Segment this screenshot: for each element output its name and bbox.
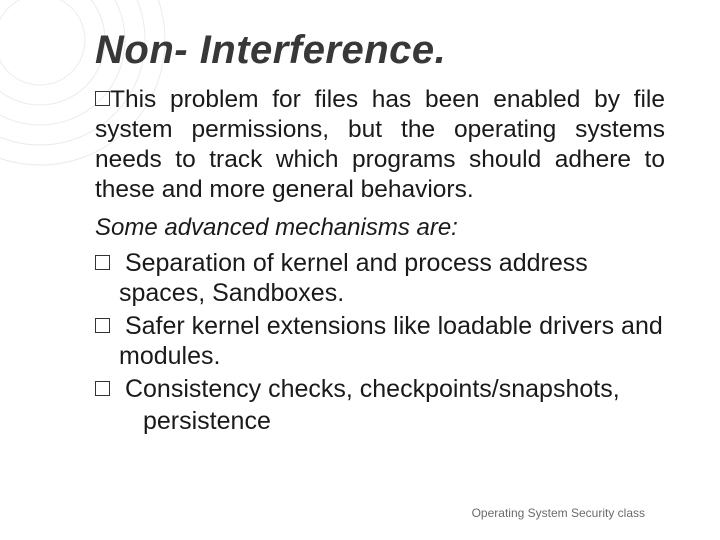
subheading: Some advanced mechanisms are: (95, 213, 665, 242)
checkbox-icon (95, 381, 110, 396)
bullet-list: Separation of kernel and process address… (95, 248, 665, 437)
checkbox-icon (95, 255, 110, 270)
checkbox-icon (95, 318, 110, 333)
checkbox-icon (95, 91, 110, 106)
bullet-text: Safer kernel extensions like loadable dr… (119, 312, 663, 371)
footer-text: Operating System Security class (472, 506, 645, 520)
bullet-text: Consistency checks, checkpoints/snapshot… (125, 375, 620, 403)
intro-paragraph: This problem for files has been enabled … (95, 85, 665, 205)
intro-text: This problem for files has been enabled … (95, 86, 665, 203)
bullet-item: Safer kernel extensions like loadable dr… (95, 311, 665, 372)
slide-body: This problem for files has been enabled … (95, 85, 665, 437)
slide-title: Non- Interference. (95, 28, 665, 73)
bullet-text: Separation of kernel and process address… (119, 249, 588, 308)
bullet-item: Consistency checks, checkpoints/snapshot… (95, 374, 665, 405)
bullet-item: Separation of kernel and process address… (95, 248, 665, 309)
slide: Non- Interference. This problem for file… (0, 0, 720, 540)
bullet-continuation: persistence (95, 406, 665, 437)
